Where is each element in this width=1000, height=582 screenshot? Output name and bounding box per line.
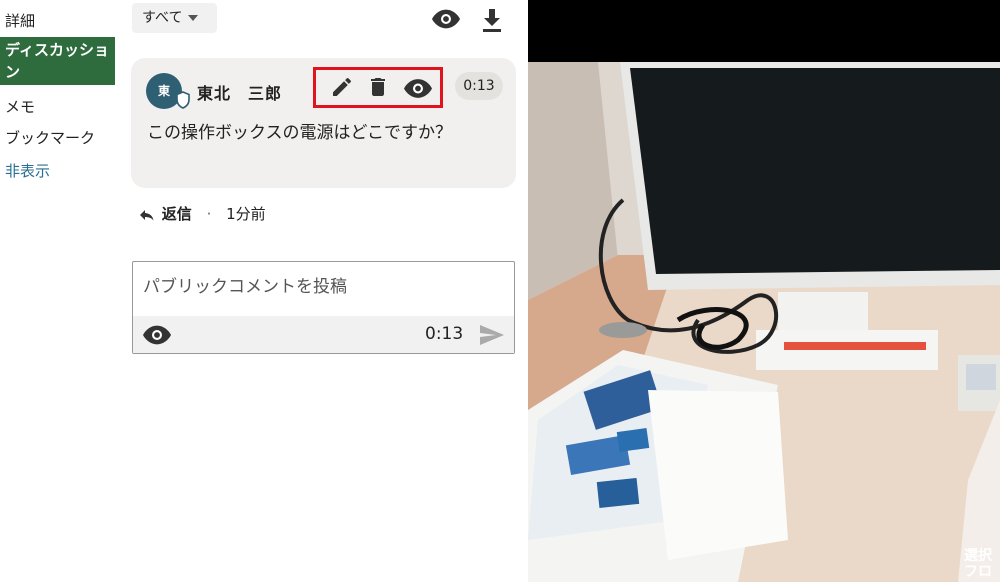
comment-composer: 0:13 [132, 261, 515, 354]
pencil-icon[interactable] [330, 75, 354, 99]
comment-age: 1分前 [226, 205, 266, 223]
comment-author: 東北 三郎 [197, 84, 283, 103]
comment-card: 東 東北 三郎 0:13 この操作ボックスの電源はどこですか？ [131, 58, 516, 188]
sidebar-item-memo[interactable]: メモ [0, 96, 125, 118]
reply-arrow-icon [140, 209, 154, 220]
sidebar-item-details[interactable]: 詳細 [0, 10, 125, 32]
composer-toolbar: 0:13 [133, 316, 514, 353]
video-frame [528, 0, 1000, 582]
comment-text: この操作ボックスの電源はどこですか？ [147, 123, 452, 143]
eye-icon[interactable] [404, 79, 432, 98]
timestamp-badge[interactable]: 0:13 [455, 72, 503, 100]
sidebar-item-bookmark[interactable]: ブックマーク [0, 127, 125, 149]
filter-dropdown[interactable]: すべて [132, 3, 217, 33]
sidebar: 詳細 ディスカッション メモ ブックマーク 非表示 [0, 0, 122, 582]
video-player[interactable]: 選択 フロ [528, 0, 1000, 582]
eye-icon[interactable] [432, 9, 460, 29]
reply-button[interactable]: 返信 [162, 205, 192, 223]
trash-icon[interactable] [366, 75, 390, 99]
comment-actions-highlight [313, 67, 443, 108]
video-caption-line1: 選択 [964, 548, 992, 564]
eye-icon[interactable] [143, 325, 171, 345]
public-comment-input[interactable] [133, 262, 514, 316]
composer-timestamp[interactable]: 0:13 [425, 324, 463, 344]
sidebar-item-discussion[interactable]: ディスカッション [0, 37, 115, 85]
chevron-down-icon [188, 15, 199, 21]
video-caption-line2: フロ [964, 564, 992, 580]
sidebar-item-hidden[interactable]: 非表示 [0, 160, 125, 182]
separator-dot: · [206, 205, 212, 223]
filter-label: すべて [142, 10, 183, 26]
discussion-panel: すべて 東 東北 三郎 0:13 この操作ボックスの電源はどこですか？ 返信 ·… [122, 0, 528, 582]
shield-icon [176, 91, 190, 109]
download-icon[interactable] [480, 8, 504, 34]
reply-row: 返信 · 1分前 [139, 203, 266, 225]
video-caption: 選択 フロ [964, 548, 992, 580]
send-icon[interactable] [479, 324, 505, 346]
